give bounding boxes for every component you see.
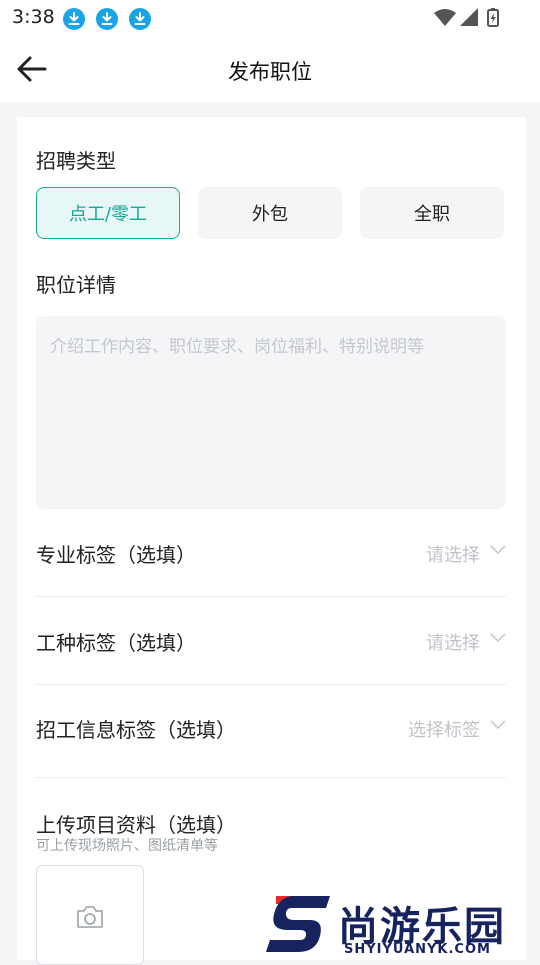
recruit-type-option-gig[interactable]: 点工/零工 bbox=[36, 187, 180, 239]
chevron-down-icon bbox=[490, 720, 506, 730]
status-bar: 3:38 bbox=[0, 0, 540, 36]
watermark: 尚游乐园 SHYIYUANYK.COM bbox=[262, 892, 540, 960]
job-form-card: 招聘类型 点工/零工 外包 全职 职位详情 专业标签（选填） 请选择 工种标签（… bbox=[17, 117, 526, 965]
trade-tag-value: 请选择 bbox=[426, 633, 480, 654]
major-tag-value: 请选择 bbox=[426, 545, 480, 566]
major-tag-label: 专业标签（选填） bbox=[36, 543, 196, 567]
divider bbox=[36, 596, 506, 597]
chevron-down-icon bbox=[490, 545, 506, 555]
hiring-info-tag-label: 招工信息标签（选填） bbox=[36, 718, 236, 742]
divider bbox=[36, 777, 506, 778]
page-title: 发布职位 bbox=[228, 60, 312, 84]
upload-photo-button[interactable] bbox=[36, 865, 144, 965]
recruit-type-option-outsource[interactable]: 外包 bbox=[198, 187, 342, 239]
trade-tag-label: 工种标签（选填） bbox=[36, 631, 196, 655]
download-icon bbox=[129, 8, 151, 30]
wifi-icon bbox=[434, 9, 456, 26]
hiring-info-tag-select[interactable]: 招工信息标签（选填） 选择标签 bbox=[36, 698, 506, 758]
signal-icon bbox=[460, 8, 478, 26]
job-detail-input[interactable] bbox=[36, 316, 506, 509]
divider bbox=[36, 684, 506, 685]
watermark-s-logo bbox=[266, 896, 330, 952]
camera-icon bbox=[77, 906, 103, 928]
battery-icon bbox=[487, 8, 499, 27]
upload-hint: 可上传现场照片、图纸清单等 bbox=[36, 838, 218, 854]
download-icon bbox=[63, 8, 85, 30]
hiring-info-tag-value: 选择标签 bbox=[408, 720, 480, 741]
trade-tag-select[interactable]: 工种标签（选填） 请选择 bbox=[36, 611, 506, 671]
nav-bar: 发布职位 bbox=[0, 36, 540, 102]
watermark-url: SHYIYUANYK.COM bbox=[344, 942, 491, 957]
upload-title: 上传项目资料（选填） bbox=[36, 813, 236, 837]
status-time: 3:38 bbox=[12, 6, 55, 28]
chevron-down-icon bbox=[490, 633, 506, 643]
system-icons bbox=[434, 8, 500, 32]
recruit-type-title: 招聘类型 bbox=[36, 149, 116, 173]
download-icon bbox=[96, 8, 118, 30]
job-detail-title: 职位详情 bbox=[36, 273, 116, 297]
major-tag-select[interactable]: 专业标签（选填） 请选择 bbox=[36, 523, 506, 583]
recruit-type-option-fulltime[interactable]: 全职 bbox=[360, 187, 504, 239]
